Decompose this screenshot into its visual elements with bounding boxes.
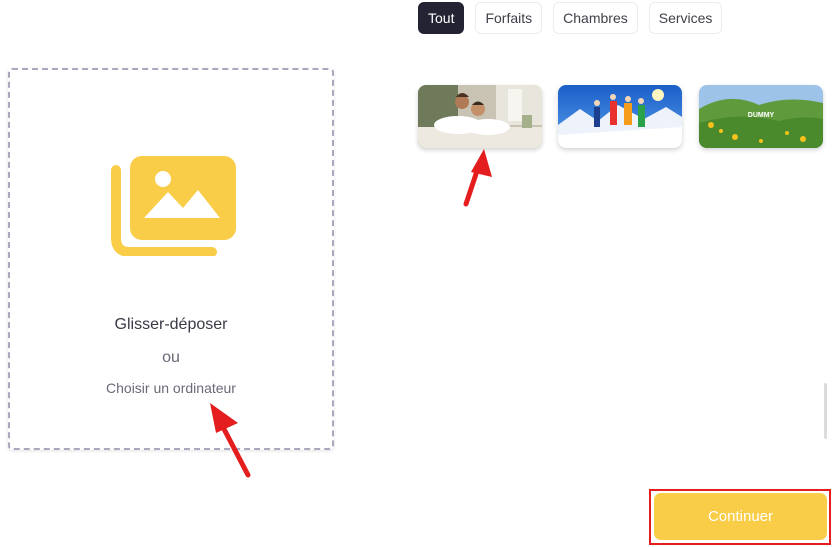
dropzone-title: Glisser-déposer <box>114 316 228 333</box>
filter-tabs: Tout Forfaits Chambres Services <box>418 2 723 34</box>
tab-forfaits[interactable]: Forfaits <box>475 2 543 34</box>
gallery-thumb-meadow[interactable]: DUMMY <box>699 85 823 148</box>
tab-chambres[interactable]: Chambres <box>553 2 638 34</box>
gallery-thumb-ski[interactable] <box>558 85 682 148</box>
dropzone-or-text: ou <box>162 349 180 366</box>
scrollbar[interactable] <box>824 383 827 439</box>
images-icon <box>108 154 240 261</box>
tab-tout[interactable]: Tout <box>418 2 465 34</box>
thumb-caption: DUMMY <box>748 112 775 119</box>
tab-services[interactable]: Services <box>648 2 723 34</box>
continue-button[interactable]: Continuer <box>654 493 827 540</box>
annotation-arrow-icon <box>210 403 251 478</box>
gallery-thumb-spa[interactable] <box>418 85 542 148</box>
annotation-arrow-icon <box>463 149 492 207</box>
upload-dropzone[interactable]: Glisser-déposer ou Choisir un ordinateur <box>8 68 334 450</box>
choose-computer-link[interactable]: Choisir un ordinateur <box>10 380 332 396</box>
